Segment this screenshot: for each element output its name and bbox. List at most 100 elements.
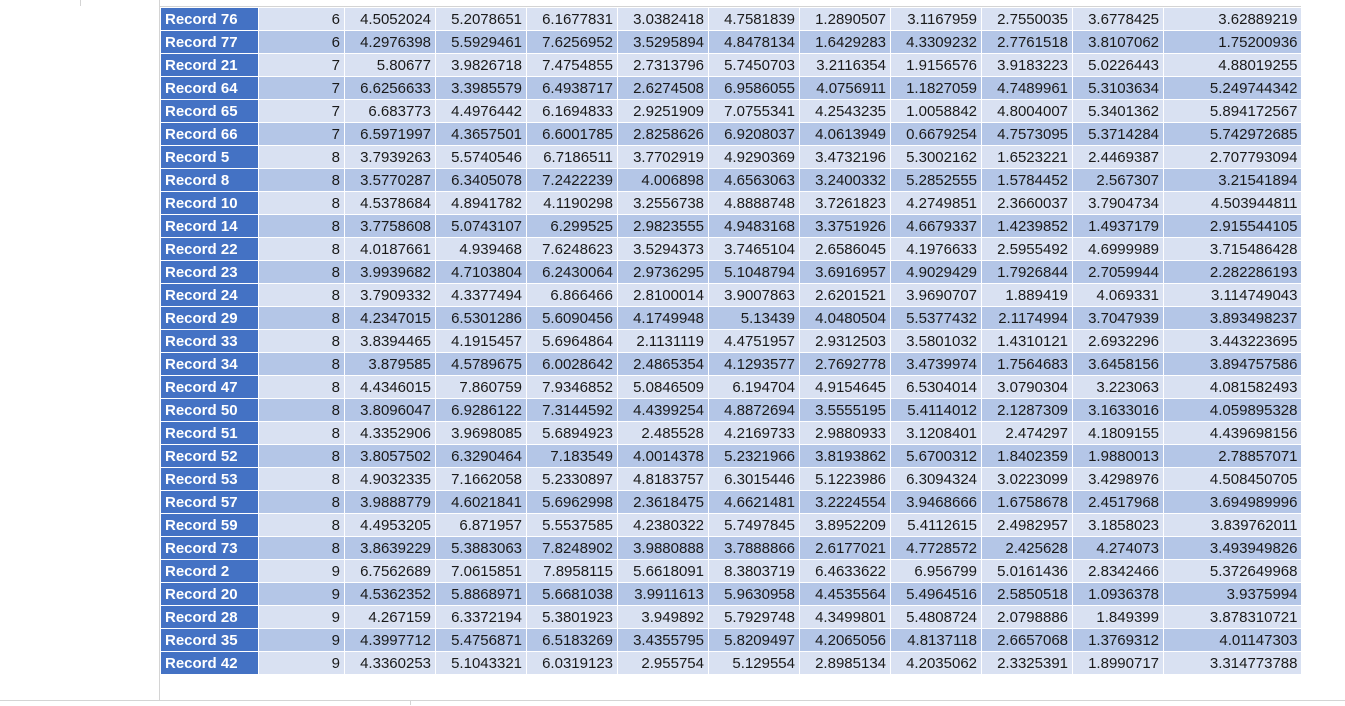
value-cell[interactable]: 3.62889219 <box>1163 7 1302 31</box>
value-cell[interactable]: 5.13439 <box>708 306 800 330</box>
value-cell[interactable]: 2.4865354 <box>617 352 709 376</box>
record-label-cell[interactable]: Record 33 <box>160 329 259 353</box>
value-cell[interactable]: 2.9312503 <box>799 329 891 353</box>
value-cell[interactable]: 2.567307 <box>1072 168 1164 192</box>
value-cell[interactable]: 5.742972685 <box>1163 122 1302 146</box>
value-cell[interactable]: 2.6274508 <box>617 76 709 100</box>
value-cell[interactable]: 3.9183223 <box>981 53 1073 77</box>
value-cell[interactable]: 4.3499801 <box>799 605 891 629</box>
value-cell[interactable]: 4.01147303 <box>1163 628 1302 652</box>
value-cell[interactable]: 3.6916957 <box>799 260 891 284</box>
value-cell[interactable]: 1.2890507 <box>799 7 891 31</box>
value-cell[interactable]: 5.5537585 <box>526 513 618 537</box>
value-cell[interactable]: 4.6679337 <box>890 214 982 238</box>
value-cell[interactable]: 7.0615851 <box>435 559 527 583</box>
value-cell[interactable]: 2.5850518 <box>981 582 1073 606</box>
value-cell[interactable]: 5.7929748 <box>708 605 800 629</box>
value-cell[interactable]: 4.6021841 <box>435 490 527 514</box>
value-cell[interactable]: 3.878310721 <box>1163 605 1302 629</box>
value-cell[interactable]: 3.8394465 <box>344 329 436 353</box>
value-cell[interactable]: 5.1043321 <box>435 651 527 675</box>
record-label-cell[interactable]: Record 64 <box>160 76 259 100</box>
record-label-cell[interactable]: Record 42 <box>160 651 259 675</box>
value-cell[interactable]: 4.8478134 <box>708 30 800 54</box>
value-cell[interactable]: 4.0613949 <box>799 122 891 146</box>
value-cell[interactable]: 8 <box>258 306 345 330</box>
value-cell[interactable]: 4.9029429 <box>890 260 982 284</box>
value-cell[interactable]: 3.694989996 <box>1163 490 1302 514</box>
value-cell[interactable]: 4.0187661 <box>344 237 436 261</box>
value-cell[interactable]: 5.6090456 <box>526 306 618 330</box>
value-cell[interactable]: 4.508450705 <box>1163 467 1302 491</box>
value-cell[interactable]: 5.3002162 <box>890 145 982 169</box>
value-cell[interactable]: 3.879585 <box>344 352 436 376</box>
value-cell[interactable]: 4.1809155 <box>1072 421 1164 445</box>
value-cell[interactable]: 3.9911613 <box>617 582 709 606</box>
value-cell[interactable]: 4.2347015 <box>344 306 436 330</box>
record-label-cell[interactable]: Record 22 <box>160 237 259 261</box>
value-cell[interactable]: 3.8096047 <box>344 398 436 422</box>
value-cell[interactable]: 6.194704 <box>708 375 800 399</box>
value-cell[interactable]: 7.183549 <box>526 444 618 468</box>
value-cell[interactable]: 7.8248902 <box>526 536 618 560</box>
value-cell[interactable]: 2.955754 <box>617 651 709 675</box>
value-cell[interactable]: 5.129554 <box>708 651 800 675</box>
value-cell[interactable]: 3.8639229 <box>344 536 436 560</box>
value-cell[interactable]: 3.9826718 <box>435 53 527 77</box>
value-cell[interactable]: 2.707793094 <box>1163 145 1302 169</box>
value-cell[interactable]: 5.1223986 <box>799 467 891 491</box>
value-cell[interactable]: 4.2065056 <box>799 628 891 652</box>
value-cell[interactable]: 5.8209497 <box>708 628 800 652</box>
value-cell[interactable]: 8 <box>258 490 345 514</box>
value-cell[interactable]: 5.4114012 <box>890 398 982 422</box>
value-cell[interactable]: 3.715486428 <box>1163 237 1302 261</box>
value-cell[interactable]: 7.2422239 <box>526 168 618 192</box>
value-cell[interactable]: 1.9156576 <box>890 53 982 77</box>
value-cell[interactable]: 7 <box>258 99 345 123</box>
value-cell[interactable]: 5.6681038 <box>526 582 618 606</box>
value-cell[interactable]: 6.7186511 <box>526 145 618 169</box>
value-cell[interactable]: 3.9939682 <box>344 260 436 284</box>
record-label-cell[interactable]: Record 23 <box>160 260 259 284</box>
value-cell[interactable]: 4.2976398 <box>344 30 436 54</box>
value-cell[interactable]: 3.2116354 <box>799 53 891 77</box>
value-cell[interactable]: 4.4399254 <box>617 398 709 422</box>
value-cell[interactable]: 2.4982957 <box>981 513 1073 537</box>
value-cell[interactable]: 6.0028642 <box>526 352 618 376</box>
value-cell[interactable]: 3.1208401 <box>890 421 982 445</box>
record-label-cell[interactable]: Record 29 <box>160 306 259 330</box>
value-cell[interactable]: 5.2852555 <box>890 168 982 192</box>
value-cell[interactable]: 8 <box>258 168 345 192</box>
value-cell[interactable]: 4.006898 <box>617 168 709 192</box>
value-cell[interactable]: 5.8868971 <box>435 582 527 606</box>
value-cell[interactable]: 8 <box>258 421 345 445</box>
value-cell[interactable]: 6.9208037 <box>708 122 800 146</box>
value-cell[interactable]: 2.8342466 <box>1072 559 1164 583</box>
value-cell[interactable]: 6 <box>258 7 345 31</box>
value-cell[interactable]: 4.3360253 <box>344 651 436 675</box>
value-cell[interactable]: 6.683773 <box>344 99 436 123</box>
value-cell[interactable]: 4.3309232 <box>890 30 982 54</box>
value-cell[interactable]: 8 <box>258 283 345 307</box>
record-label-cell[interactable]: Record 59 <box>160 513 259 537</box>
value-cell[interactable]: 4.8137118 <box>890 628 982 652</box>
value-cell[interactable]: 1.6523221 <box>981 145 1073 169</box>
value-cell[interactable]: 1.4310121 <box>981 329 1073 353</box>
value-cell[interactable]: 2.1287309 <box>981 398 1073 422</box>
value-cell[interactable]: 7 <box>258 122 345 146</box>
value-cell[interactable]: 4.7581839 <box>708 7 800 31</box>
value-cell[interactable]: 4.3657501 <box>435 122 527 146</box>
value-cell[interactable]: 3.7939263 <box>344 145 436 169</box>
value-cell[interactable]: 5.3714284 <box>1072 122 1164 146</box>
value-cell[interactable]: 6.0319123 <box>526 651 618 675</box>
value-cell[interactable]: 3.2400332 <box>799 168 891 192</box>
value-cell[interactable]: 3.4298976 <box>1072 467 1164 491</box>
value-cell[interactable]: 2.4517968 <box>1072 490 1164 514</box>
value-cell[interactable]: 4.0014378 <box>617 444 709 468</box>
value-cell[interactable]: 3.9690707 <box>890 283 982 307</box>
value-cell[interactable]: 8 <box>258 260 345 284</box>
value-cell[interactable]: 8 <box>258 375 345 399</box>
value-cell[interactable]: 5.0226443 <box>1072 53 1164 77</box>
value-cell[interactable]: 3.4739974 <box>890 352 982 376</box>
value-cell[interactable]: 7.6256952 <box>526 30 618 54</box>
